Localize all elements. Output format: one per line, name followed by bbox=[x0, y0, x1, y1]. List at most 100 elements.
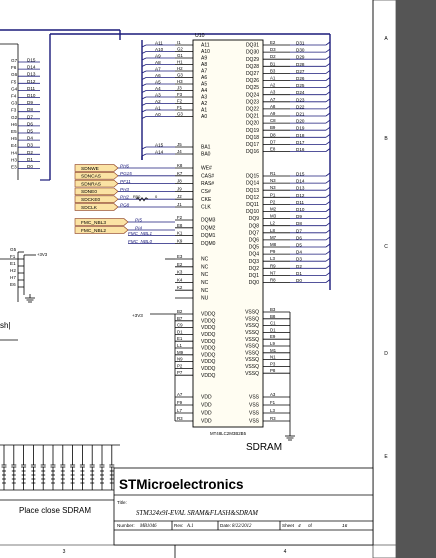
data-net-label: D8 bbox=[296, 221, 302, 226]
ic-right-pin-number: R9 bbox=[270, 263, 276, 268]
ic-left-pin-name: VDD bbox=[201, 411, 212, 417]
ic-left-pin-name: CKE bbox=[201, 197, 212, 203]
address-net-label: A4 bbox=[155, 86, 161, 91]
ic-name: SDRAM bbox=[246, 442, 282, 453]
partial-pin-number: G6 bbox=[11, 72, 18, 77]
control-pin-label: PH2 bbox=[120, 195, 129, 200]
ic-right-pin-number: B8 bbox=[270, 314, 276, 319]
ic-right-pin-number: C8 bbox=[270, 118, 276, 123]
ic-left-pin-name: NC bbox=[201, 272, 209, 278]
partial-lower-pin: E1 bbox=[10, 261, 16, 266]
data-net-label: D16 bbox=[296, 147, 305, 152]
ic-right-pin-name: DQ25 bbox=[246, 85, 259, 91]
partial-net-label: D6 bbox=[27, 121, 33, 126]
ic-right-pin-name: DQ8 bbox=[249, 223, 260, 229]
ic-right-pin-name: DQ27 bbox=[246, 71, 259, 77]
port-flag-label: SDNE0 bbox=[81, 189, 97, 195]
ic-left-pin-name: DQM1 bbox=[201, 233, 216, 239]
ic-right-pin-name: DQ9 bbox=[249, 216, 260, 222]
ic-right-pin-number: P1 bbox=[270, 192, 276, 197]
nbl-pin-label: PI4 bbox=[135, 225, 142, 230]
data-net-label: D10 bbox=[296, 207, 305, 212]
ic-left-pin-name: VDD bbox=[201, 419, 212, 425]
ic-left-pin-number: G2 bbox=[177, 47, 183, 52]
data-net-label: D28 bbox=[296, 62, 305, 67]
ic-right-pin-name: DQ30 bbox=[246, 50, 259, 56]
ic-left-pin-number: D1 bbox=[177, 329, 183, 334]
ic-right-pin-number: D1 bbox=[270, 327, 276, 332]
partial-net-label: D4 bbox=[27, 136, 33, 141]
data-net-label: D3 bbox=[296, 257, 302, 262]
ic-left-pin-number: L1 bbox=[177, 343, 182, 348]
address-net-label: A0 bbox=[155, 112, 161, 117]
ic-left-pin-number: L7 bbox=[177, 408, 182, 413]
sheet-border-strip bbox=[372, 0, 397, 558]
ic-right-pin-name: DQ18 bbox=[246, 135, 259, 141]
data-net-label: D19 bbox=[296, 126, 305, 131]
data-net-label: D2 bbox=[296, 264, 302, 269]
ic-right-pin-number: A1 bbox=[270, 76, 276, 81]
ic-right-pin-name: DQ11 bbox=[246, 202, 259, 208]
ic-left-pin-name: DQM3 bbox=[201, 218, 216, 224]
partial-net-label: D8 bbox=[27, 107, 33, 112]
ic-right-pin-name: VSS bbox=[249, 395, 260, 401]
data-net-label: D15 bbox=[296, 172, 305, 177]
ic-right-pin-name: VSSQ bbox=[245, 316, 259, 322]
ic-right-pin-number: L2 bbox=[270, 221, 275, 226]
power-label: +3V3 bbox=[132, 313, 143, 318]
ic-left-pin-number: B7 bbox=[177, 316, 183, 321]
ic-right-pin-number: D3 bbox=[270, 47, 276, 52]
ic-right-pin-name: DQ17 bbox=[246, 142, 259, 148]
partial-net-label: D9 bbox=[27, 100, 33, 105]
ic-right-pin-number: N7 bbox=[270, 270, 276, 275]
ic-right-pin-number: D7 bbox=[270, 139, 276, 144]
partial-net-label: D7 bbox=[27, 114, 33, 119]
nbl-net-label: FMC_NBL0 bbox=[128, 239, 152, 244]
ic-right-pin-name: DQ3 bbox=[249, 259, 260, 265]
ic-left-pin-name: DQM0 bbox=[201, 241, 216, 247]
ic-left-pin-name: BA0 bbox=[201, 152, 211, 158]
ic-right-pin-name: DQ23 bbox=[246, 99, 259, 105]
partial-pin-number: H6 bbox=[11, 122, 17, 127]
nbl-net-label: FMC_NBL1 bbox=[128, 231, 152, 236]
partial-net-label: D12 bbox=[27, 79, 36, 84]
ic-right-pin-name: DQ24 bbox=[246, 92, 259, 98]
ic-right-pin-number: F1 bbox=[270, 400, 276, 405]
ic-right-pin-name: VSS bbox=[249, 411, 260, 417]
resistor-ref: R50 bbox=[133, 194, 141, 199]
ic-left-pin-name: A7 bbox=[201, 69, 207, 75]
ic-left-pin-number: J2 bbox=[177, 194, 182, 199]
ic-right-pin-name: DQ19 bbox=[246, 128, 259, 134]
ic-right-pin-number: A2 bbox=[270, 83, 276, 88]
address-net-label: A8 bbox=[155, 60, 161, 65]
ic-right-pin-number: E9 bbox=[270, 334, 276, 339]
ic-right-pin-number: E2 bbox=[270, 40, 276, 45]
ic-right-pin-name: DQ26 bbox=[246, 78, 259, 84]
ic-right-pin-number: N3 bbox=[270, 178, 276, 183]
ic-right-pin-number: N1 bbox=[270, 355, 276, 360]
ic-left-pin-number: J1 bbox=[177, 202, 182, 207]
ic-right-pin-number: B9 bbox=[270, 125, 276, 130]
ic-right-pin-name: DQ14 bbox=[246, 181, 259, 187]
ic-left-pin-name: NU bbox=[201, 296, 209, 302]
ic-left-pin-name: CAS# bbox=[201, 173, 214, 179]
ic-right-pin-number: R3 bbox=[270, 416, 276, 421]
partial-net-label: D13 bbox=[27, 72, 36, 77]
control-pin-label: PG8 bbox=[120, 202, 130, 207]
ic-right-pin-name: VSSQ bbox=[245, 371, 259, 377]
ic-right-pin-name: DQ7 bbox=[249, 230, 260, 236]
ic-right-pin-name: DQ5 bbox=[249, 245, 260, 251]
ic-left-pin-name: A8 bbox=[201, 62, 207, 68]
partial-pin-number: G2 bbox=[11, 115, 18, 120]
partial-lower-pin: G5 bbox=[10, 247, 17, 252]
data-net-label: D20 bbox=[296, 119, 305, 124]
partial-net-label: D0 bbox=[27, 164, 33, 169]
ic-left-pin-name: NC bbox=[201, 257, 209, 263]
data-net-label: D30 bbox=[296, 48, 305, 53]
ic-left-pin-name: DQM2 bbox=[201, 225, 216, 231]
data-net-label: D26 bbox=[296, 76, 305, 81]
ic-left-pin-number: G3 bbox=[177, 112, 183, 117]
address-net-label: A10 bbox=[155, 47, 164, 52]
ic-right-pin-number: M3 bbox=[270, 214, 277, 219]
ic-right-pin-number: D2 bbox=[270, 54, 276, 59]
